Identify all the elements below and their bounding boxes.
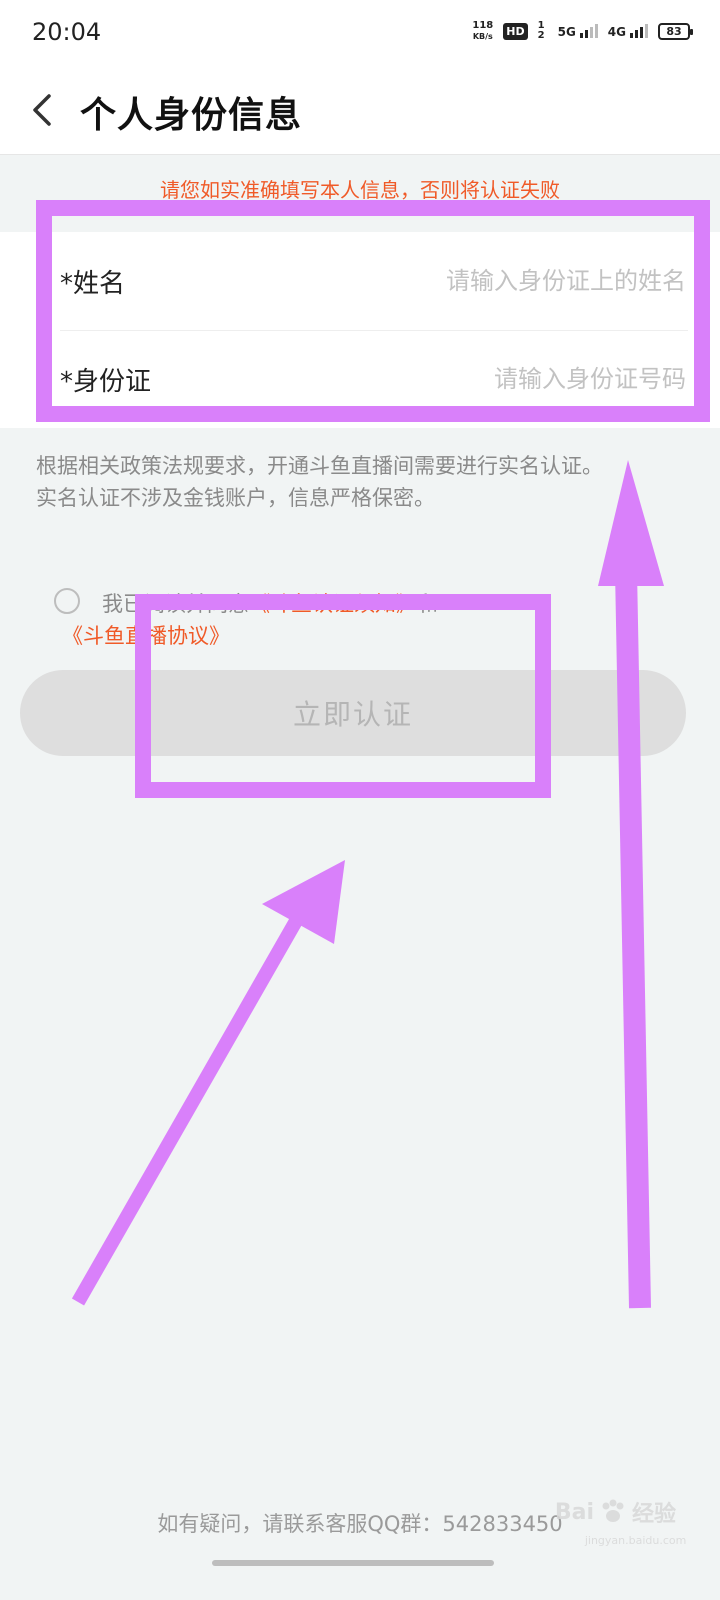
verify-now-button[interactable]: 立即认证 — [20, 670, 686, 756]
baidu-jingyan-watermark: Bai 经验 jingyan.baidu.com — [554, 1496, 686, 1547]
paw-icon — [602, 1499, 624, 1522]
network-speed: 118 KB/s — [472, 20, 493, 42]
screen: 20:04 118 KB/s HD 1 2 5G 4G 83 个人身份信息 请您… — [0, 0, 720, 1600]
home-indicator[interactable] — [212, 1560, 494, 1566]
id-number-input[interactable] — [324, 364, 688, 394]
back-button[interactable] — [22, 88, 62, 132]
watermark-text: 经验 — [631, 1502, 676, 1527]
network-speed-unit: KB/s — [472, 32, 493, 41]
id-row: *身份证 — [60, 330, 688, 428]
name-row: *姓名 — [60, 232, 688, 331]
identity-form: *姓名 *身份证 — [0, 232, 720, 428]
agreement-prefix: 我已阅读并同意 — [102, 592, 249, 616]
signal-5g-icon: 5G — [558, 24, 598, 38]
watermark-domain: jingyan.baidu.com — [584, 1534, 687, 1547]
chevron-left-icon — [33, 94, 51, 126]
signal-4g-label: 4G — [607, 25, 626, 39]
app-header: 个人身份信息 — [0, 66, 720, 155]
agreement-mid: 和 — [417, 592, 438, 616]
live-agreement-link[interactable]: 《斗鱼直播协议》 — [62, 620, 230, 650]
network-speed-value: 118 — [472, 20, 494, 31]
id-label: *身份证 — [60, 366, 152, 397]
policy-notice: 根据相关政策法规要求，开通斗鱼直播间需要进行实名认证。 实名认证不涉及金钱账户，… — [36, 450, 686, 514]
watermark-logo: Bai — [554, 1499, 594, 1525]
warning-text: 请您如实准确填写本人信息，否则将认证失败 — [160, 178, 560, 202]
annotation-arrow-left-head — [262, 860, 345, 944]
annotation-arrow-left-shaft — [71, 896, 315, 1306]
name-label: *姓名 — [60, 268, 126, 299]
certification-notice-link[interactable]: 《斗鱼认证须知》 — [249, 592, 417, 616]
sim-slot-label: 1 2 — [537, 20, 545, 41]
signal-4g-icon: 4G — [608, 24, 648, 38]
status-bar: 20:04 118 KB/s HD 1 2 5G 4G 83 — [0, 0, 720, 66]
signal-5g-label: 5G — [557, 25, 576, 39]
status-icons: 118 KB/s HD 1 2 5G 4G 83 — [472, 20, 693, 42]
agreement-text: 我已阅读并同意《斗鱼认证须知》和 — [102, 588, 438, 618]
name-input[interactable] — [324, 266, 688, 296]
policy-notice-line-1: 根据相关政策法规要求，开通斗鱼直播间需要进行实名认证。 — [36, 454, 603, 478]
status-time: 20:04 — [32, 18, 102, 46]
battery-level: 83 — [666, 24, 682, 38]
agreement-radio[interactable] — [54, 588, 80, 614]
battery-icon: 83 — [658, 22, 693, 40]
page-title: 个人身份信息 — [80, 95, 303, 136]
policy-notice-line-2: 实名认证不涉及金钱账户，信息严格保密。 — [36, 486, 435, 510]
hd-icon: HD — [503, 22, 528, 40]
